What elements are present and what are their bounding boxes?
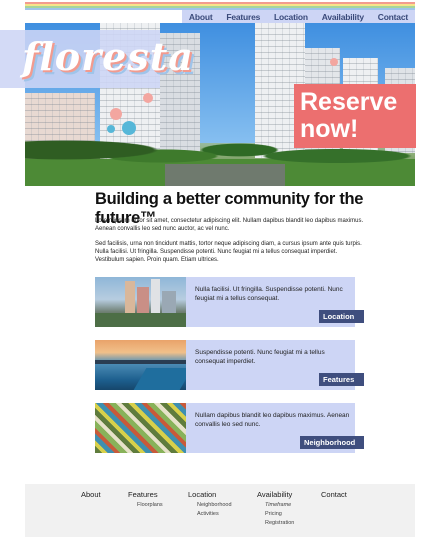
footer-heading-about[interactable]: About	[81, 490, 101, 499]
card-features-text: Suspendisse potenti. Nunc feugiat mi a t…	[195, 349, 325, 365]
rooftop-pool-image	[95, 340, 186, 390]
intro-paragraph-2: Sed facilisis, urna non tincidunt mattis…	[95, 241, 362, 263]
footer-heading-features[interactable]: Features	[128, 490, 163, 499]
footer-link-activities[interactable]: Activities	[197, 510, 232, 519]
footer-link-neighborhood[interactable]: Neighborhood	[197, 501, 232, 510]
location-button[interactable]: Location	[319, 310, 364, 323]
top-nav: About Features Location Availability Con…	[182, 10, 415, 24]
hero-road	[165, 164, 285, 186]
footer-col-features: Features Floorplans	[128, 490, 163, 510]
neighborhood-button[interactable]: Neighborhood	[300, 436, 364, 449]
footer-link-pricing[interactable]: Pricing	[265, 510, 294, 519]
footer-heading-contact[interactable]: Contact	[321, 490, 347, 499]
footer-col-about: About	[81, 490, 101, 499]
decorative-dot	[122, 121, 136, 135]
color-stripes	[25, 2, 415, 10]
decorative-dot	[330, 58, 338, 66]
page: About Features Location Availability Con…	[0, 0, 427, 537]
footer: About Features Floorplans Location Neigh…	[25, 484, 415, 537]
intro-paragraph-1: Lorem ipsum dolor sit amet, consectetur …	[95, 218, 364, 232]
footer-heading-location[interactable]: Location	[188, 490, 232, 499]
decorative-dot	[107, 125, 115, 133]
card-location-text: Nulla facilisi. Ut fringilla. Suspendiss…	[195, 286, 343, 302]
feature-card-features: Suspendisse potenti. Nunc feugiat mi a t…	[95, 340, 355, 390]
city-skyline-image	[95, 277, 186, 327]
footer-col-location: Location Neighborhood Activities	[188, 490, 232, 519]
reserve-now-button[interactable]: Reserve now!	[294, 84, 416, 148]
footer-heading-availability[interactable]: Availability	[257, 490, 294, 499]
features-button[interactable]: Features	[319, 373, 364, 386]
nav-item-location[interactable]: Location	[274, 12, 308, 22]
footer-link-registration[interactable]: Registration	[265, 519, 294, 528]
nav-item-about[interactable]: About	[189, 12, 213, 22]
nav-item-features[interactable]: Features	[226, 12, 260, 22]
nav-item-availability[interactable]: Availability	[322, 12, 364, 22]
market-image	[95, 403, 186, 453]
nav-item-contact[interactable]: Contact	[378, 12, 408, 22]
footer-link-floorplans[interactable]: Floorplans	[137, 501, 163, 510]
decorative-dot	[143, 93, 153, 103]
feature-card-location: Nulla facilisi. Ut fringilla. Suspendiss…	[95, 277, 355, 327]
footer-col-availability: Availability Timeframe Pricing Registrat…	[257, 490, 294, 528]
footer-link-timeframe[interactable]: Timeframe	[265, 501, 294, 510]
footer-col-contact: Contact	[321, 490, 347, 499]
reserve-now-label: Reserve now!	[300, 88, 398, 143]
decorative-dot	[110, 108, 122, 120]
logo[interactable]: floresta	[22, 34, 194, 79]
card-neighborhood-text: Nullam dapibus blandit leo dapibus maxim…	[195, 412, 350, 428]
